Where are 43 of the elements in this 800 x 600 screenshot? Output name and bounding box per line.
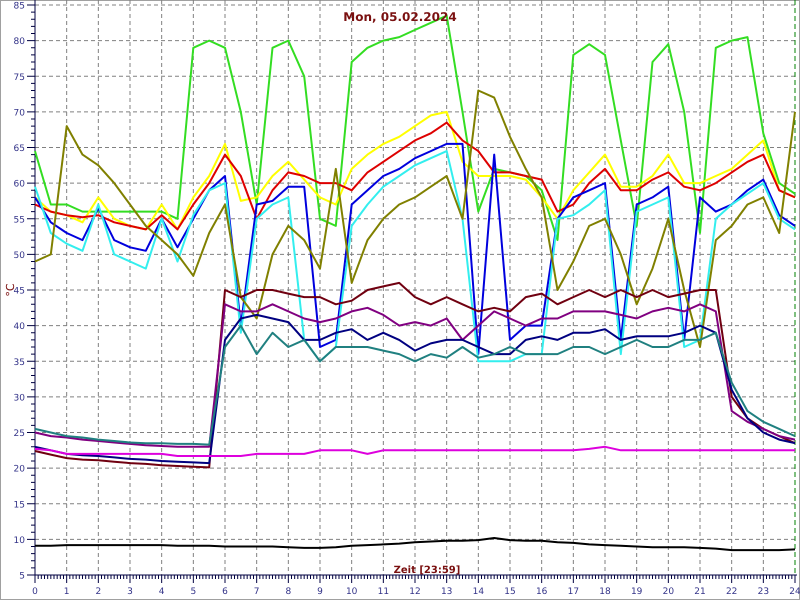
axis-tick-label: 8 xyxy=(285,587,292,597)
axis-tick-label: 15 xyxy=(504,587,516,597)
axis-tick-label: 25 xyxy=(14,429,25,439)
axis-tick-label: 7 xyxy=(254,587,260,597)
axis-tick-label: 75 xyxy=(14,72,25,83)
axis-tick-label: 4 xyxy=(158,587,165,597)
axis-tick-label: 23 xyxy=(758,587,770,597)
axis-tick-label: 10 xyxy=(346,587,358,597)
axis-tick-label: 20 xyxy=(662,587,674,597)
axis-tick-label: 85 xyxy=(14,2,25,12)
axis-tick-label: 12 xyxy=(409,587,421,597)
axis-tick-label: 30 xyxy=(14,393,25,404)
axis-tick-label: 9 xyxy=(317,587,323,597)
axis-tick-label: 2 xyxy=(95,587,102,597)
axis-tick-label: 14 xyxy=(472,587,484,597)
axis-tick-label: 1 xyxy=(64,587,70,597)
axis-tick-label: 55 xyxy=(14,215,25,226)
axis-tick-label: 22 xyxy=(726,587,738,597)
axis-tick-label: 10 xyxy=(14,536,25,546)
axis-tick-label: 5 xyxy=(190,587,196,597)
axis-tick-label: 45 xyxy=(14,286,25,296)
axis-tick-label: 5 xyxy=(19,572,25,582)
axis-tick-label: 80 xyxy=(14,37,25,48)
axis-tick-label: 17 xyxy=(568,587,580,597)
axis-tick-label: 21 xyxy=(694,587,706,597)
axis-tick-label: 70 xyxy=(14,108,25,118)
axis-tick-label: 24 xyxy=(789,587,800,597)
axis-tick-label: 11 xyxy=(378,587,390,597)
axis-tick-label: 65 xyxy=(14,144,25,154)
axis-tick-label: 19 xyxy=(630,587,642,597)
axis-tick-label: 0 xyxy=(32,587,38,597)
axis-tick-label: 13 xyxy=(440,587,452,597)
axis-tick-label: 50 xyxy=(14,250,25,261)
axis-tick-label: 6 xyxy=(222,587,228,597)
axis-tick-label: 15 xyxy=(14,500,25,510)
axis-tick-label: 60 xyxy=(14,180,25,190)
axis-tick-label: 18 xyxy=(599,587,611,597)
axis-title: Zeit [23:59] xyxy=(394,565,460,576)
axis-tick-label: 40 xyxy=(14,322,25,332)
axis-tick-label: 3 xyxy=(127,587,133,597)
axis-tick-label: 16 xyxy=(536,587,548,597)
axis-tick-label: 35 xyxy=(14,358,25,368)
axis-tick-label: 20 xyxy=(14,464,25,475)
